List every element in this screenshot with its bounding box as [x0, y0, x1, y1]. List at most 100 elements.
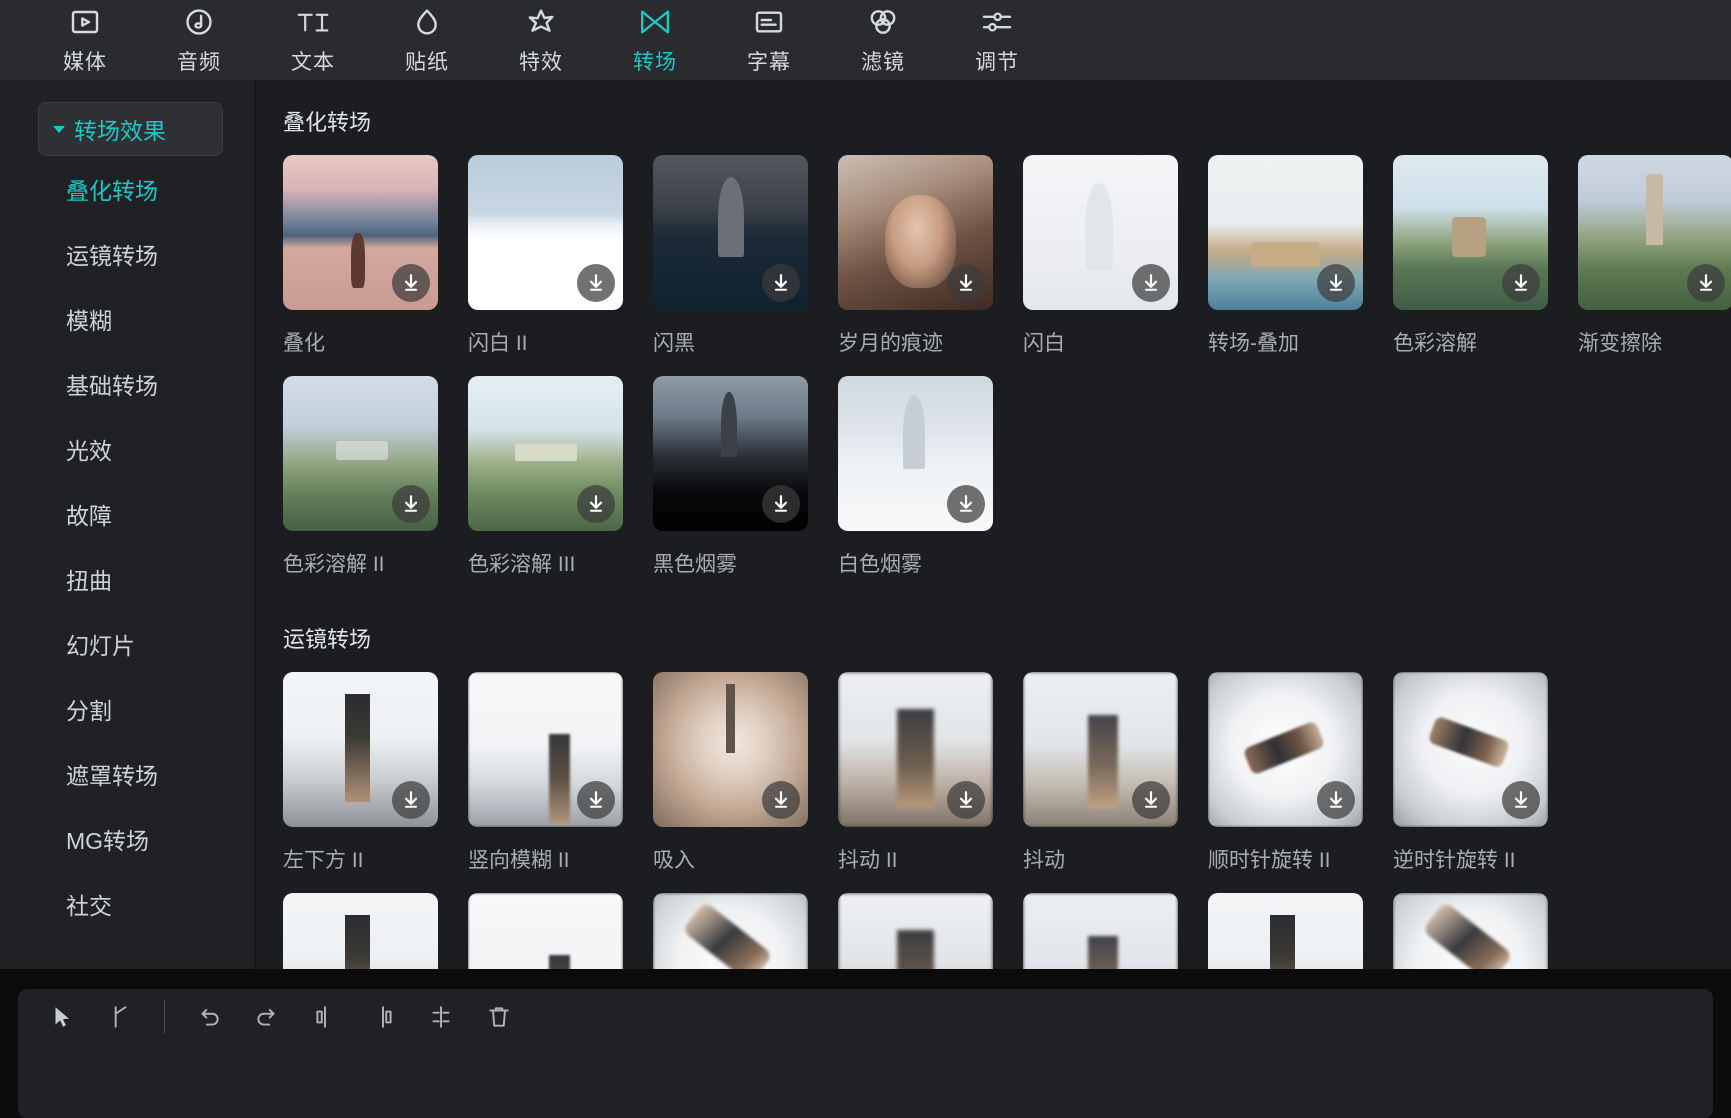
transition-item[interactable]: 顺时针旋转 II: [1208, 672, 1393, 893]
transition-item[interactable]: [1023, 893, 1208, 969]
toolbar-tab-subtitle-caption[interactable]: 字幕: [712, 0, 826, 80]
transition-thumbnail[interactable]: [1023, 155, 1178, 310]
download-icon[interactable]: [1317, 781, 1355, 819]
transition-item[interactable]: 色彩溶解 III: [468, 376, 653, 597]
transition-thumbnail[interactable]: [283, 672, 438, 827]
toolbar-tab-audio-note[interactable]: 音频: [142, 0, 256, 80]
download-icon[interactable]: [947, 264, 985, 302]
transition-item[interactable]: 白色烟雾: [838, 376, 1023, 597]
transition-item[interactable]: [653, 893, 838, 969]
transition-thumbnail[interactable]: [1393, 672, 1548, 827]
download-icon[interactable]: [577, 264, 615, 302]
download-icon[interactable]: [1132, 781, 1170, 819]
transition-item[interactable]: 色彩溶解: [1393, 155, 1578, 376]
download-icon[interactable]: [1687, 264, 1725, 302]
transition-thumbnail[interactable]: [838, 376, 993, 531]
transition-thumbnail[interactable]: [653, 155, 808, 310]
transition-item[interactable]: [1208, 893, 1393, 969]
transition-item[interactable]: 吸入: [653, 672, 838, 893]
delete-trash-icon[interactable]: [479, 997, 519, 1037]
transition-thumbnail[interactable]: [283, 376, 438, 531]
download-icon[interactable]: [1132, 264, 1170, 302]
select-arrow-icon[interactable]: [42, 997, 82, 1037]
transition-thumbnail[interactable]: [468, 376, 623, 531]
transition-item[interactable]: 色彩溶解 II: [283, 376, 468, 597]
transition-item[interactable]: 黑色烟雾: [653, 376, 838, 597]
transition-item[interactable]: [283, 893, 468, 969]
toolbar-tab-filter-circles[interactable]: 滤镜: [826, 0, 940, 80]
toolbar-tab-sticker-drop[interactable]: 贴纸: [370, 0, 484, 80]
sidebar-item-7[interactable]: 幻灯片: [0, 611, 255, 676]
undo-icon[interactable]: [189, 997, 229, 1037]
sidebar-item-9[interactable]: 遮罩转场: [0, 741, 255, 806]
transition-thumbnail[interactable]: [838, 672, 993, 827]
sidebar-item-10[interactable]: MG转场: [0, 806, 255, 871]
sidebar-root-transition-effects[interactable]: 转场效果: [38, 102, 223, 156]
transition-item[interactable]: 叠化: [283, 155, 468, 376]
transition-item[interactable]: 岁月的痕迹: [838, 155, 1023, 376]
transition-item[interactable]: [1393, 893, 1578, 969]
transition-thumbnail[interactable]: [1023, 672, 1178, 827]
transition-thumbnail[interactable]: [1208, 672, 1363, 827]
transition-thumbnail[interactable]: [1393, 893, 1548, 969]
transition-item[interactable]: 渐变擦除: [1578, 155, 1731, 376]
download-icon[interactable]: [577, 485, 615, 523]
download-icon[interactable]: [1317, 264, 1355, 302]
sidebar-item-4[interactable]: 光效: [0, 416, 255, 481]
toolbar-tab-media-play-frame[interactable]: 媒体: [28, 0, 142, 80]
transition-thumbnail[interactable]: [283, 155, 438, 310]
toolbar-tab-text-ti[interactable]: 文本: [256, 0, 370, 80]
transition-thumbnail[interactable]: [838, 893, 993, 969]
transition-thumbnail[interactable]: [653, 893, 808, 969]
transition-thumbnail[interactable]: [838, 155, 993, 310]
download-icon[interactable]: [392, 781, 430, 819]
sidebar-item-0[interactable]: 叠化转场: [0, 156, 255, 221]
sidebar-item-2[interactable]: 模糊: [0, 286, 255, 351]
transition-item[interactable]: [468, 893, 653, 969]
transition-thumbnail[interactable]: [1023, 893, 1178, 969]
download-icon[interactable]: [762, 264, 800, 302]
transition-thumbnail[interactable]: [468, 893, 623, 969]
transition-browser[interactable]: 叠化转场叠化闪白 II闪黑岁月的痕迹闪白转场-叠加色彩溶解渐变擦除色彩溶解 II…: [256, 80, 1731, 969]
transition-item[interactable]: 左下方 II: [283, 672, 468, 893]
align-icon[interactable]: [421, 997, 461, 1037]
download-icon[interactable]: [947, 781, 985, 819]
sidebar-item-5[interactable]: 故障: [0, 481, 255, 546]
download-icon[interactable]: [762, 781, 800, 819]
split-right-icon[interactable]: [363, 997, 403, 1037]
sidebar-item-1[interactable]: 运镜转场: [0, 221, 255, 286]
transition-thumbnail[interactable]: [1208, 893, 1363, 969]
redo-icon[interactable]: [247, 997, 287, 1037]
transition-item[interactable]: 闪白: [1023, 155, 1208, 376]
transition-item[interactable]: 转场-叠加: [1208, 155, 1393, 376]
transition-thumbnail[interactable]: [468, 155, 623, 310]
toolbar-tab-transition-bowtie[interactable]: 转场: [598, 0, 712, 80]
sidebar-item-3[interactable]: 基础转场: [0, 351, 255, 416]
download-icon[interactable]: [392, 264, 430, 302]
download-icon[interactable]: [947, 485, 985, 523]
sidebar-item-6[interactable]: 扭曲: [0, 546, 255, 611]
toolbar-tab-adjust-sliders[interactable]: 调节: [940, 0, 1054, 80]
split-left-icon[interactable]: [305, 997, 345, 1037]
transition-thumbnail[interactable]: [1208, 155, 1363, 310]
transition-item[interactable]: [838, 893, 1023, 969]
transition-thumbnail[interactable]: [653, 376, 808, 531]
transition-item[interactable]: 抖动 II: [838, 672, 1023, 893]
sidebar-item-11[interactable]: 社交: [0, 871, 255, 936]
cut-blade-icon[interactable]: [100, 997, 140, 1037]
toolbar-tab-effects-star[interactable]: 特效: [484, 0, 598, 80]
download-icon[interactable]: [1502, 264, 1540, 302]
transition-item[interactable]: 闪白 II: [468, 155, 653, 376]
download-icon[interactable]: [762, 485, 800, 523]
transition-thumbnail[interactable]: [653, 672, 808, 827]
download-icon[interactable]: [392, 485, 430, 523]
transition-item[interactable]: 抖动: [1023, 672, 1208, 893]
transition-thumbnail[interactable]: [1393, 155, 1548, 310]
download-icon[interactable]: [1502, 781, 1540, 819]
sidebar-item-8[interactable]: 分割: [0, 676, 255, 741]
transition-item[interactable]: 闪黑: [653, 155, 838, 376]
transition-thumbnail[interactable]: [283, 893, 438, 969]
transition-item[interactable]: 竖向模糊 II: [468, 672, 653, 893]
download-icon[interactable]: [577, 781, 615, 819]
transition-thumbnail[interactable]: [1578, 155, 1731, 310]
